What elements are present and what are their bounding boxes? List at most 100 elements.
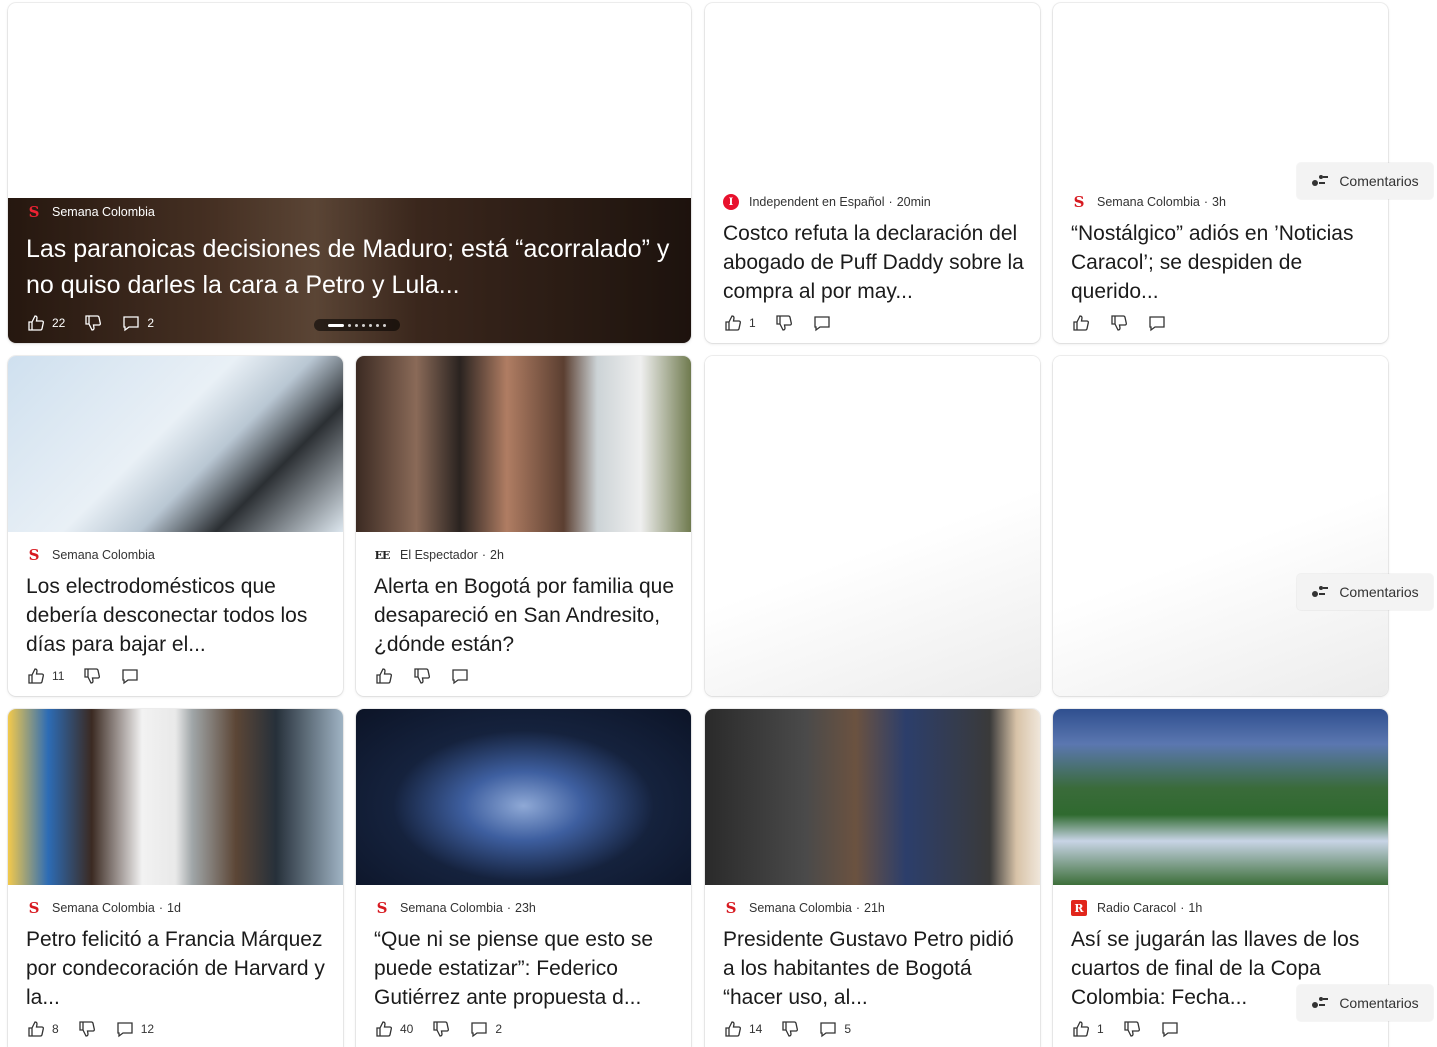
like-button[interactable]: 14	[723, 1019, 762, 1039]
hero-card[interactable]: S Semana Colombia Las paranoicas decisio…	[8, 3, 691, 343]
headline[interactable]: Costco refuta la declaración del abogado…	[723, 219, 1024, 306]
comment-button[interactable]: 2	[469, 1019, 502, 1039]
headline[interactable]: Los electrodomésticos que debería descon…	[26, 572, 327, 659]
timestamp: 2h	[490, 548, 504, 562]
news-card[interactable]: S Semana Colombia · 1d Petro felicitó a Fr…	[8, 709, 343, 1047]
source-name: Radio Caracol	[1097, 901, 1177, 915]
source-name: Independent en Español	[749, 195, 885, 209]
like-button[interactable]: 1	[723, 313, 756, 333]
source-name: Semana Colombia	[52, 205, 155, 219]
dislike-button[interactable]	[83, 313, 103, 333]
like-button[interactable]: 40	[374, 1019, 413, 1039]
semana-logo-icon: S	[1073, 193, 1085, 211]
comment-icon	[452, 669, 468, 685]
comment-button[interactable]	[1147, 313, 1167, 333]
like-button[interactable]	[1071, 313, 1091, 333]
source: I Independent en Español · 20min	[723, 193, 1024, 211]
reaction-bar: 22 2	[26, 312, 172, 334]
independent-logo-icon: I	[723, 194, 739, 210]
headline[interactable]: “Nostálgico” adiós en ’Noticias Caracol’…	[1071, 219, 1372, 306]
comment-button[interactable]	[120, 666, 140, 686]
source: EE El Espectador · 2h	[374, 548, 504, 562]
comments-button[interactable]: Comentarios	[1297, 985, 1433, 1021]
reaction-bar	[374, 665, 675, 687]
dislike-button[interactable]	[774, 313, 794, 333]
comments-label: Comentarios	[1339, 584, 1419, 600]
el-espectador-logo-icon: EE	[374, 548, 391, 562]
news-card[interactable]: S Semana Colombia · 23h “Que ni se piense …	[356, 709, 691, 1047]
headline[interactable]: Las paranoicas decisiones de Maduro; est…	[26, 231, 675, 303]
comments-label: Comentarios	[1339, 995, 1419, 1011]
source-name: Semana Colombia	[749, 901, 852, 915]
article-image	[8, 356, 343, 532]
source: S Semana Colombia · 1d	[26, 899, 327, 917]
comment-button[interactable]	[450, 666, 470, 686]
semana-logo-icon: S	[376, 899, 388, 917]
comment-button[interactable]: 2	[121, 313, 154, 333]
source: R Radio Caracol · 1h	[1071, 899, 1372, 917]
comment-button[interactable]: 12	[115, 1019, 154, 1039]
thumbs-up-icon	[725, 315, 741, 331]
comment-count: 2	[147, 316, 155, 330]
headline[interactable]: “Que ni se piense que esto se puede esta…	[374, 925, 675, 1012]
news-card[interactable]: S Semana Colombia · 21h Presidente Gustavo…	[705, 709, 1040, 1047]
thumbs-down-icon	[1111, 315, 1127, 331]
article-image	[705, 709, 1040, 885]
comment-count: 2	[495, 1022, 503, 1036]
thumbs-up-icon	[1073, 315, 1089, 331]
comments-button[interactable]: Comentarios	[1297, 574, 1433, 610]
dislike-button[interactable]	[780, 1019, 800, 1039]
headline[interactable]: Alerta en Bogotá por familia que desapar…	[374, 572, 675, 659]
dislike-button[interactable]	[1122, 1019, 1142, 1039]
news-card[interactable]: I Independent en Español · 20min Costco re…	[705, 3, 1040, 343]
timestamp: 23h	[515, 901, 536, 915]
comment-count: 5	[844, 1022, 852, 1036]
comment-button[interactable]	[1160, 1019, 1180, 1039]
reaction-bar: 8 12	[26, 1018, 327, 1040]
thumbs-down-icon	[79, 1021, 95, 1037]
comment-button[interactable]: 5	[818, 1019, 851, 1039]
headline[interactable]: Presidente Gustavo Petro pidió a los hab…	[723, 925, 1024, 1012]
thumbs-up-icon	[725, 1021, 741, 1037]
comments-button[interactable]: Comentarios	[1297, 163, 1433, 199]
comments-icon	[1312, 997, 1329, 1008]
comment-icon	[820, 1022, 837, 1038]
carousel-indicator[interactable]	[314, 319, 400, 331]
thumbs-down-icon	[1124, 1021, 1140, 1037]
comment-button[interactable]	[812, 313, 832, 333]
like-button[interactable]: 8	[26, 1019, 59, 1039]
dislike-button[interactable]	[412, 666, 432, 686]
article-image	[356, 356, 691, 532]
semana-logo-icon: S	[28, 546, 40, 564]
news-card[interactable]: S Semana Colombia Los electrodomésticos …	[8, 356, 343, 696]
article-image	[1053, 709, 1388, 885]
timestamp: 20min	[896, 195, 931, 209]
like-button[interactable]	[374, 666, 394, 686]
dislike-button[interactable]	[77, 1019, 97, 1039]
dislike-button[interactable]	[431, 1019, 451, 1039]
timestamp: 21h	[864, 901, 885, 915]
like-button[interactable]: 22	[26, 313, 65, 333]
comments-icon	[1312, 586, 1329, 597]
dislike-button[interactable]	[82, 666, 102, 686]
thumbs-down-icon	[782, 1021, 799, 1037]
like-button[interactable]: 11	[26, 666, 64, 686]
dislike-button[interactable]	[1109, 313, 1129, 333]
reaction-bar	[1071, 312, 1372, 334]
source-name: El Espectador	[400, 548, 478, 562]
comment-icon	[117, 1022, 133, 1038]
timestamp: 1d	[167, 901, 181, 915]
news-card[interactable]: EE El Espectador · 2h Alerta en Bogotá por…	[356, 356, 691, 696]
source-name: Semana Colombia	[52, 901, 155, 915]
radio-caracol-logo-icon: R	[1071, 900, 1087, 916]
source-name: Semana Colombia	[52, 548, 155, 562]
article-image	[356, 709, 691, 885]
like-count: 1	[749, 316, 756, 330]
thumbs-down-icon	[776, 315, 792, 331]
like-count: 40	[400, 1022, 414, 1036]
comment-icon	[1149, 316, 1165, 332]
source-name: Semana Colombia	[400, 901, 503, 915]
like-button[interactable]: 1	[1071, 1019, 1104, 1039]
headline[interactable]: Petro felicitó a Francia Márquez por con…	[26, 925, 327, 1012]
source-name: Semana Colombia	[1097, 195, 1200, 209]
